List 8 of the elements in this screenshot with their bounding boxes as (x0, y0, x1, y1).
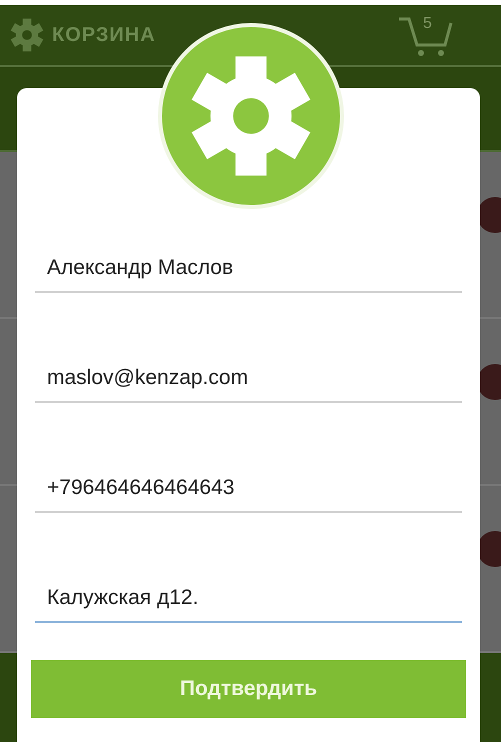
gear-icon (189, 54, 313, 178)
input-field[interactable]: Калужская д12. (35, 575, 462, 623)
settings-icon (10, 18, 44, 52)
input-field[interactable]: Александр Маслов (35, 245, 462, 293)
screen-title: КОРЗИНА (52, 24, 156, 46)
input-field[interactable]: maslov@kenzap.com (35, 355, 462, 403)
input-field[interactable]: +796464646464643 (35, 465, 462, 513)
cart-count: 5 (423, 15, 432, 33)
